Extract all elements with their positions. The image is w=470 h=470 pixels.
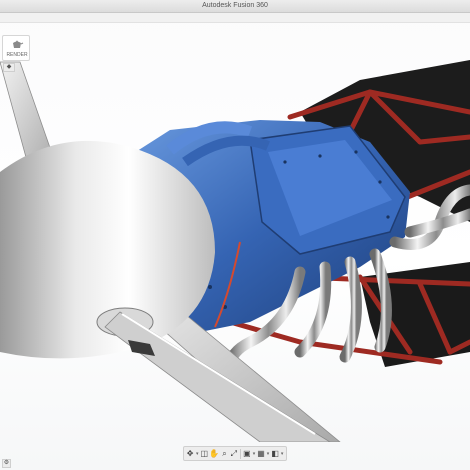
fit-icon[interactable]: ⤢	[230, 448, 238, 459]
navigation-bar: ✥ ▾ ◫ ✋ ⌕ ⤢ ▣ ▾ ▦ ▾ ◧ ▾	[183, 446, 287, 461]
gear-icon[interactable]: ⚙	[2, 459, 11, 468]
display-settings-icon[interactable]: ▣	[243, 448, 251, 459]
workspace-label: RENDER	[6, 52, 28, 58]
strut	[104, 311, 331, 442]
viewport-3d[interactable]	[0, 22, 470, 442]
chevron-down-icon[interactable]: ▾	[252, 448, 256, 459]
teapot-icon	[13, 40, 24, 48]
chevron-down-icon[interactable]: ▾	[280, 448, 284, 459]
pan-icon[interactable]: ✋	[209, 448, 219, 459]
look-at-icon[interactable]: ◫	[200, 448, 208, 459]
divider	[240, 448, 241, 459]
workspace-switcher[interactable]: RENDER	[2, 35, 30, 61]
move-icon[interactable]: ✥	[186, 448, 194, 459]
collapse-icon[interactable]: ◆	[3, 63, 15, 72]
fusion-360-window: Autodesk Fusion 360 RENDER ◆ ⚙ ✥ ▾ ◫ ✋ ⌕…	[0, 0, 470, 470]
chevron-down-icon[interactable]: ▾	[266, 448, 270, 459]
grid-icon[interactable]: ▦	[257, 448, 265, 459]
viewports-icon[interactable]: ◧	[271, 448, 279, 459]
zoom-icon[interactable]: ⌕	[220, 448, 228, 459]
window-title: Autodesk Fusion 360	[0, 0, 470, 13]
chevron-down-icon[interactable]: ▾	[195, 448, 199, 459]
